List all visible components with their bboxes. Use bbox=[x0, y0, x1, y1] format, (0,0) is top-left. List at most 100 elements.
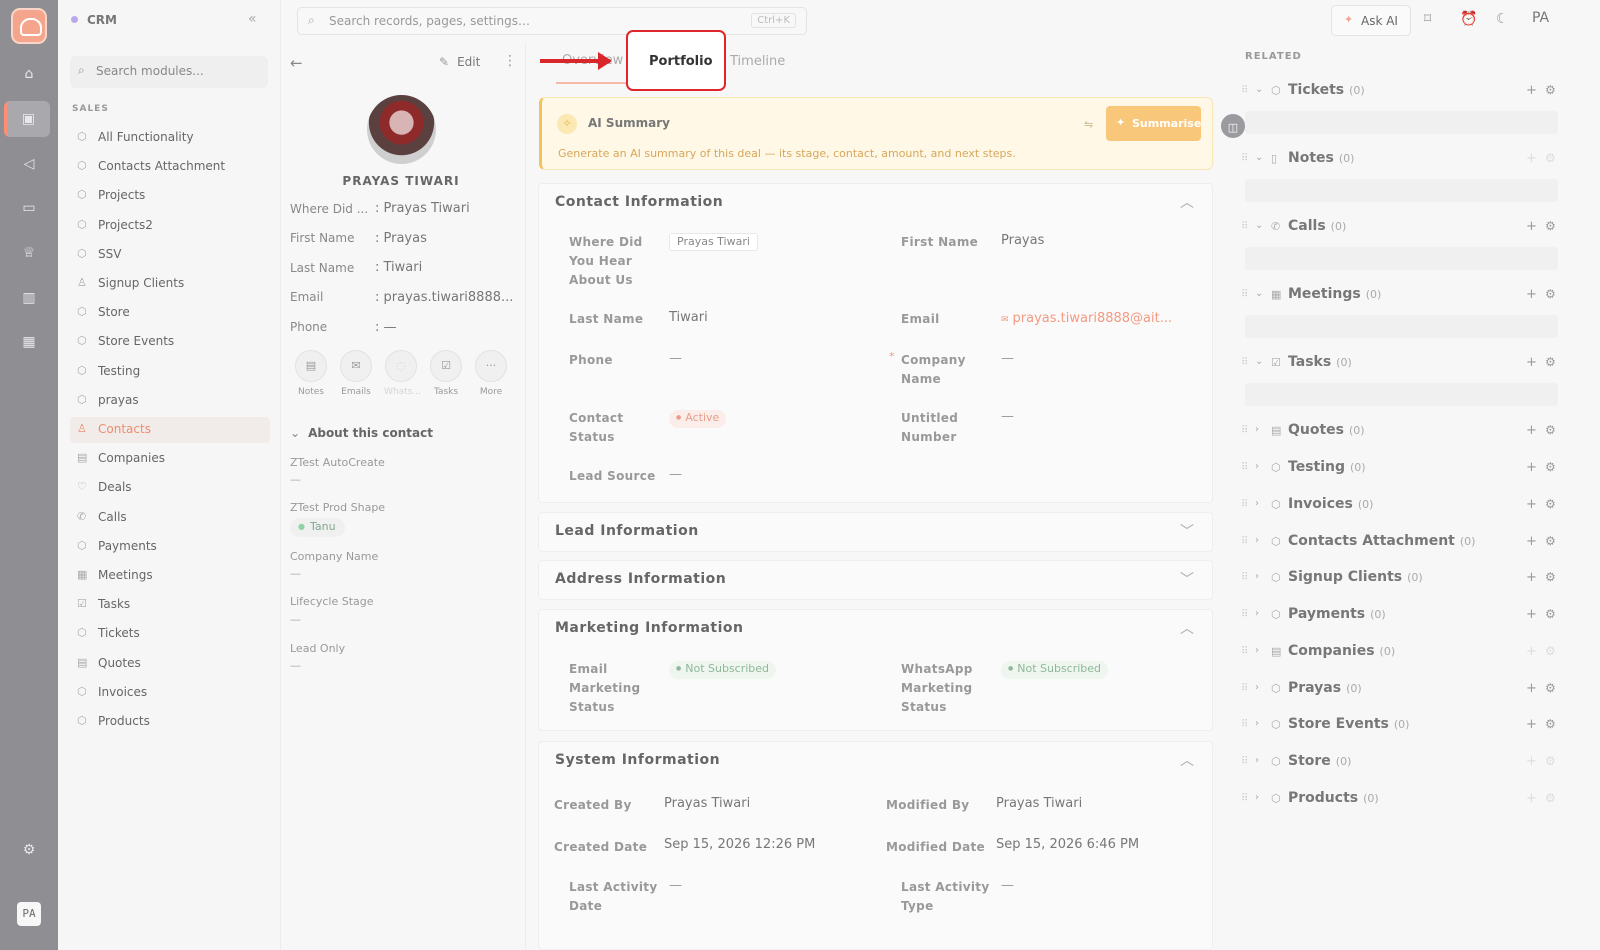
chart-icon[interactable]: ▥ bbox=[19, 288, 39, 308]
tab-timeline[interactable]: Timeline bbox=[730, 54, 785, 69]
related-item-meetings[interactable]: ⠿ ⌄ ▦ Meetings (0) + ⚙ bbox=[1241, 285, 1591, 307]
address-information-section[interactable]: Address Information ﹀ bbox=[538, 560, 1213, 600]
chevron-right-icon[interactable]: › bbox=[1255, 608, 1259, 619]
drag-handle-icon[interactable]: ⠿ bbox=[1241, 425, 1248, 436]
sidebar-item-projects[interactable]: ⬡ Projects bbox=[70, 183, 270, 209]
chevron-right-icon[interactable]: › bbox=[1255, 571, 1259, 582]
related-item-store-events[interactable]: ⠿ › ⬡ Store Events (0) + ⚙ bbox=[1241, 715, 1591, 737]
add-icon[interactable]: + bbox=[1526, 754, 1537, 769]
email-link[interactable]: ✉ prayas.tiwari8888@ait... bbox=[1001, 311, 1172, 326]
chevron-up-icon[interactable]: ︿ bbox=[1180, 618, 1194, 638]
settings-gear-icon[interactable]: ⚙ bbox=[19, 840, 39, 860]
drag-handle-icon[interactable]: ⠿ bbox=[1241, 85, 1248, 96]
add-icon[interactable]: + bbox=[1526, 570, 1537, 585]
gear-icon[interactable]: ⚙ bbox=[1545, 754, 1556, 768]
sidebar-item-products[interactable]: ⬡ Products bbox=[70, 709, 270, 735]
chevron-right-icon[interactable]: › bbox=[1255, 792, 1259, 803]
sidebar-item-contacts-attachment[interactable]: ⬡ Contacts Attachment bbox=[70, 154, 270, 180]
sidebar-item-meetings[interactable]: ▦ Meetings bbox=[70, 563, 270, 589]
back-arrow-icon[interactable]: ← bbox=[290, 54, 303, 72]
chevron-down-icon[interactable]: ﹀ bbox=[1180, 569, 1194, 589]
chevron-down-icon[interactable]: ﹀ bbox=[1180, 521, 1194, 541]
summarise-button[interactable]: Summarise bbox=[1106, 106, 1201, 141]
gear-icon[interactable]: ⚙ bbox=[1545, 534, 1556, 548]
add-icon[interactable]: + bbox=[1526, 534, 1537, 549]
briefcase-icon[interactable]: ▣ bbox=[4, 101, 50, 137]
chevron-down-icon[interactable]: ⌄ bbox=[1255, 84, 1263, 95]
sidebar-item-store-events[interactable]: ⬡ Store Events bbox=[70, 329, 270, 355]
collapse-sidebar-icon[interactable]: « bbox=[248, 11, 257, 27]
gear-icon[interactable]: ⚙ bbox=[1545, 570, 1556, 584]
toggle-panel-icon[interactable]: ◫ bbox=[1219, 112, 1247, 140]
gear-icon[interactable]: ⚙ bbox=[1545, 423, 1556, 437]
add-icon[interactable]: + bbox=[1526, 151, 1537, 166]
tab-portfolio[interactable]: Portfolio bbox=[649, 54, 713, 69]
drag-handle-icon[interactable]: ⠿ bbox=[1241, 289, 1248, 300]
gear-icon[interactable]: ⚙ bbox=[1545, 287, 1556, 301]
gear-icon[interactable]: ⚙ bbox=[1545, 681, 1556, 695]
drag-handle-icon[interactable]: ⠿ bbox=[1241, 793, 1248, 804]
chevron-right-icon[interactable]: › bbox=[1255, 498, 1259, 509]
related-item-notes[interactable]: ⠿ ⌄ ▯ Notes (0) + ⚙ bbox=[1241, 149, 1591, 171]
add-icon[interactable]: + bbox=[1526, 423, 1537, 438]
related-item-testing[interactable]: ⠿ › ⬡ Testing (0) + ⚙ bbox=[1241, 458, 1591, 480]
drag-handle-icon[interactable]: ⠿ bbox=[1241, 462, 1248, 473]
related-item-quotes[interactable]: ⠿ › ▤ Quotes (0) + ⚙ bbox=[1241, 421, 1591, 443]
sidebar-item-prayas[interactable]: ⬡ prayas bbox=[70, 388, 270, 414]
drag-handle-icon[interactable]: ⠿ bbox=[1241, 719, 1248, 730]
chevron-right-icon[interactable]: › bbox=[1255, 682, 1259, 693]
chevron-right-icon[interactable]: › bbox=[1255, 755, 1259, 766]
related-item-tasks[interactable]: ⠿ ⌄ ☑ Tasks (0) + ⚙ bbox=[1241, 353, 1591, 375]
home-icon[interactable]: ⌂ bbox=[19, 64, 39, 84]
about-contact-toggle[interactable]: About this contact bbox=[290, 426, 433, 440]
add-icon[interactable]: + bbox=[1526, 717, 1537, 732]
gear-icon[interactable]: ⚙ bbox=[1545, 791, 1556, 805]
chevron-down-icon[interactable]: ⌄ bbox=[1255, 220, 1263, 231]
lead-information-section[interactable]: Lead Information ﹀ bbox=[538, 512, 1213, 552]
user-avatar[interactable]: PA bbox=[17, 902, 41, 926]
bookmark-icon[interactable]: ⌑ bbox=[1424, 11, 1431, 27]
related-item-signup-clients[interactable]: ⠿ › ⬡ Signup Clients (0) + ⚙ bbox=[1241, 568, 1591, 590]
related-item-store[interactable]: ⠿ › ⬡ Store (0) + ⚙ bbox=[1241, 752, 1591, 774]
app-logo-icon[interactable] bbox=[11, 8, 47, 44]
related-item-products[interactable]: ⠿ › ⬡ Products (0) + ⚙ bbox=[1241, 789, 1591, 811]
sidebar-item-quotes[interactable]: ▤ Quotes bbox=[70, 651, 270, 677]
add-icon[interactable]: + bbox=[1526, 644, 1537, 659]
inbox-icon[interactable]: ▭ bbox=[19, 198, 39, 218]
emails-action-button[interactable]: ✉ Emails bbox=[339, 350, 373, 397]
sidebar-item-tickets[interactable]: ⬡ Tickets bbox=[70, 621, 270, 647]
drag-handle-icon[interactable]: ⠿ bbox=[1241, 756, 1248, 767]
sidebar-item-testing[interactable]: ⬡ Testing bbox=[70, 359, 270, 385]
gear-icon[interactable]: ⚙ bbox=[1545, 607, 1556, 621]
chevron-right-icon[interactable]: › bbox=[1255, 461, 1259, 472]
trophy-icon[interactable]: ♕ bbox=[19, 243, 39, 263]
add-icon[interactable]: + bbox=[1526, 287, 1537, 302]
chevron-up-icon[interactable]: ︿ bbox=[1180, 192, 1194, 212]
add-icon[interactable]: + bbox=[1526, 791, 1537, 806]
module-search-input[interactable]: Search modules... bbox=[70, 56, 268, 88]
more-action-button[interactable]: ··· More bbox=[474, 350, 508, 397]
drag-handle-icon[interactable]: ⠿ bbox=[1241, 609, 1248, 620]
gear-icon[interactable]: ⚙ bbox=[1545, 644, 1556, 658]
sidebar-item-calls[interactable]: ✆ Calls bbox=[70, 505, 270, 531]
add-icon[interactable]: + bbox=[1526, 607, 1537, 622]
chevron-right-icon[interactable]: › bbox=[1255, 645, 1259, 656]
sidebar-item-companies[interactable]: ▤ Companies bbox=[70, 446, 270, 472]
sidebar-item-all-functionality[interactable]: ⬡ All Functionality bbox=[70, 125, 270, 151]
alarm-icon[interactable]: ⏰ bbox=[1460, 11, 1477, 27]
sidebar-item-tasks[interactable]: ☑ Tasks bbox=[70, 592, 270, 618]
chevron-right-icon[interactable]: › bbox=[1255, 535, 1259, 546]
dark-mode-icon[interactable]: ☾ bbox=[1496, 11, 1509, 27]
edit-button[interactable]: Edit bbox=[439, 55, 480, 69]
chevron-down-icon[interactable]: ⌄ bbox=[1255, 356, 1263, 367]
related-item-companies[interactable]: ⠿ › ▤ Companies (0) + ⚙ bbox=[1241, 642, 1591, 664]
megaphone-icon[interactable]: ◁ bbox=[19, 154, 39, 174]
chevron-up-icon[interactable]: ︿ bbox=[1180, 750, 1194, 770]
add-icon[interactable]: + bbox=[1526, 497, 1537, 512]
global-search-input[interactable]: Search records, pages, settings… Ctrl+K bbox=[297, 7, 807, 35]
gear-icon[interactable]: ⚙ bbox=[1545, 151, 1556, 165]
chevron-right-icon[interactable]: › bbox=[1255, 718, 1259, 729]
add-icon[interactable]: + bbox=[1526, 83, 1537, 98]
related-item-prayas[interactable]: ⠿ › ⬡ Prayas (0) + ⚙ bbox=[1241, 679, 1591, 701]
drag-handle-icon[interactable]: ⠿ bbox=[1241, 536, 1248, 547]
